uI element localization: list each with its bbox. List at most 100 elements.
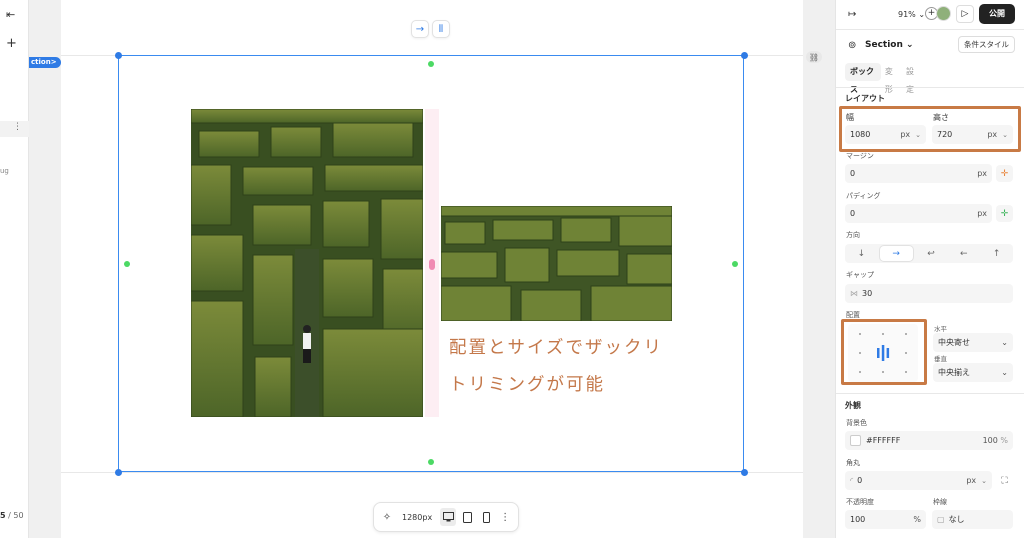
page-current: 5 bbox=[0, 511, 6, 520]
layer-row[interactable]: ⋮ bbox=[0, 121, 29, 137]
breakpoint-width[interactable]: 1280px bbox=[402, 513, 432, 522]
canvas-area[interactable]: → ⦀ 配置とサイズでザックリ トリミングが可能 ✧ 1280px ⋮ ctio… bbox=[29, 0, 804, 538]
background-value: #FFFFFF bbox=[866, 436, 901, 445]
divider bbox=[836, 29, 1024, 30]
more-vertical-icon[interactable]: ⋮ bbox=[500, 512, 510, 523]
caption-line-2: トリミングが可能 bbox=[449, 375, 605, 395]
page-total: / 50 bbox=[8, 511, 24, 520]
gap-value: 30 bbox=[862, 289, 873, 298]
opacity-unit: % bbox=[913, 515, 921, 524]
margin-label: マージン bbox=[846, 152, 874, 160]
link-icon[interactable]: ⛓ bbox=[806, 51, 822, 63]
bg-opacity-unit: % bbox=[1000, 436, 1008, 445]
padding-unit: px bbox=[977, 209, 987, 218]
direction-right-icon[interactable]: → bbox=[879, 246, 913, 261]
resize-handle-bl[interactable] bbox=[115, 469, 122, 476]
opacity-field[interactable]: 100 % bbox=[845, 510, 926, 529]
left-sidebar: ⇤ + ⋮ ug 5 / 50 bbox=[0, 0, 29, 538]
page-counter: 5 / 50 bbox=[0, 511, 24, 520]
resize-handle-tr[interactable] bbox=[741, 52, 748, 59]
tab-box[interactable]: ボックス bbox=[845, 63, 881, 94]
opacity-value: 100 bbox=[850, 515, 866, 524]
vertical-select[interactable]: 中央揃え ⌄ bbox=[933, 363, 1013, 382]
magic-wand-icon[interactable]: ✧ bbox=[380, 512, 394, 523]
background-color-field[interactable]: #FFFFFF 100 % bbox=[845, 431, 1013, 450]
preview-play-icon[interactable]: ▷ bbox=[956, 5, 974, 23]
direction-arrow-glyph: → bbox=[415, 23, 425, 35]
margin-field[interactable]: 0 px bbox=[845, 164, 992, 183]
breakpoint-toolbar: ✧ 1280px ⋮ bbox=[373, 502, 519, 532]
tablet-icon[interactable] bbox=[459, 508, 475, 526]
direction-arrow-icon[interactable]: → bbox=[411, 20, 429, 38]
page-frame: → ⦀ 配置とサイズでザックリ トリミングが可能 ✧ 1280px ⋮ bbox=[61, 0, 803, 538]
maze-image-tall[interactable] bbox=[191, 109, 423, 417]
avatar[interactable] bbox=[936, 6, 951, 21]
caption-line-1: 配置とサイズでザックリ bbox=[449, 338, 663, 358]
radius-unit: px bbox=[966, 476, 977, 485]
radius-corners-icon[interactable]: ⛶ bbox=[996, 472, 1013, 489]
align-center-icon[interactable]: ⦀ bbox=[432, 20, 450, 38]
appearance-heading: 外観 bbox=[845, 401, 861, 410]
zoom-value: 91% bbox=[898, 10, 916, 19]
section-tag[interactable]: ction> bbox=[29, 57, 61, 68]
resize-handle-tl[interactable] bbox=[115, 52, 122, 59]
publish-button[interactable]: 公開 bbox=[979, 4, 1015, 24]
horizontal-value: 中央寄せ bbox=[938, 338, 970, 347]
panel-tabs: ボックス 変形 設定 bbox=[845, 63, 923, 94]
padding-label: パディング bbox=[846, 192, 881, 200]
tab-settings[interactable]: 設定 bbox=[902, 63, 923, 94]
horizontal-select[interactable]: 中央寄せ ⌄ bbox=[933, 333, 1013, 352]
margin-sides-icon[interactable]: ✛ bbox=[996, 165, 1013, 182]
vertical-value: 中央揃え bbox=[938, 368, 970, 377]
direction-down-icon[interactable]: ↓ bbox=[845, 244, 878, 263]
gap-handle[interactable] bbox=[429, 259, 435, 270]
padding-sides-icon[interactable]: ✛ bbox=[996, 205, 1013, 222]
padding-handle-top[interactable] bbox=[428, 61, 434, 67]
align-center-glyph: ⦀ bbox=[438, 23, 444, 35]
element-name[interactable]: Section ⌄ bbox=[865, 40, 914, 50]
horizontal-label: 水平 bbox=[934, 325, 947, 333]
properties-panel: ↦ 91% ⌄ + ▷ 公開 ⊚ Section ⌄ 条件スタイル ボックス 変… bbox=[835, 0, 1024, 538]
margin-unit: px bbox=[977, 169, 987, 178]
padding-handle-right[interactable] bbox=[732, 261, 738, 267]
tab-transform[interactable]: 変形 bbox=[881, 63, 902, 94]
mobile-icon[interactable] bbox=[478, 508, 494, 526]
opacity-label: 不透明度 bbox=[846, 498, 874, 506]
highlight-alignment-box bbox=[841, 319, 927, 385]
radius-icon: ◜ bbox=[850, 476, 854, 485]
zoom-level[interactable]: 91% ⌄ bbox=[898, 10, 925, 19]
desktop-icon[interactable] bbox=[440, 508, 457, 526]
direction-wrap-icon[interactable]: ↩ bbox=[915, 244, 948, 263]
resize-handle-br[interactable] bbox=[741, 469, 748, 476]
layout-heading: レイアウト bbox=[845, 94, 885, 103]
padding-field[interactable]: 0 px bbox=[845, 204, 992, 223]
vertical-label: 垂直 bbox=[934, 355, 947, 363]
gap-icon: ⋈ bbox=[850, 289, 858, 298]
padding-handle-bottom[interactable] bbox=[428, 459, 434, 465]
padding-handle-left[interactable] bbox=[124, 261, 130, 267]
direction-label: 方向 bbox=[846, 231, 860, 239]
border-value: なし bbox=[948, 515, 965, 524]
chevron-down-icon: ⌄ bbox=[1001, 338, 1008, 347]
more-icon[interactable]: ⋮ bbox=[13, 122, 22, 132]
color-swatch[interactable] bbox=[850, 435, 861, 446]
direction-left-icon[interactable]: ← bbox=[947, 244, 980, 263]
collapse-panel-icon[interactable]: ⇤ bbox=[6, 8, 15, 21]
border-field[interactable]: ▢ なし bbox=[932, 510, 1013, 529]
conditional-style-button[interactable]: 条件スタイル bbox=[958, 36, 1015, 53]
gap-label: ギャップ bbox=[846, 271, 874, 279]
gap-field[interactable]: ⋈ 30 bbox=[845, 284, 1013, 303]
guide-line bbox=[61, 472, 803, 473]
bg-opacity-value: 100 bbox=[982, 436, 998, 445]
layer-label: ug bbox=[0, 167, 9, 175]
margin-value: 0 bbox=[850, 169, 856, 178]
element-name-text: Section bbox=[865, 40, 903, 50]
section-type-icon: ⊚ bbox=[848, 40, 857, 51]
add-icon[interactable]: + bbox=[6, 36, 17, 51]
maze-image-wide[interactable] bbox=[441, 206, 672, 321]
chevron-down-icon: ⌄ bbox=[981, 476, 987, 485]
direction-up-icon[interactable]: ↑ bbox=[980, 244, 1013, 263]
radius-field[interactable]: ◜ 0 px ⌄ bbox=[845, 471, 992, 490]
radius-value: 0 bbox=[857, 476, 863, 485]
sidebar-toggle-icon[interactable]: ↦ bbox=[848, 9, 856, 20]
